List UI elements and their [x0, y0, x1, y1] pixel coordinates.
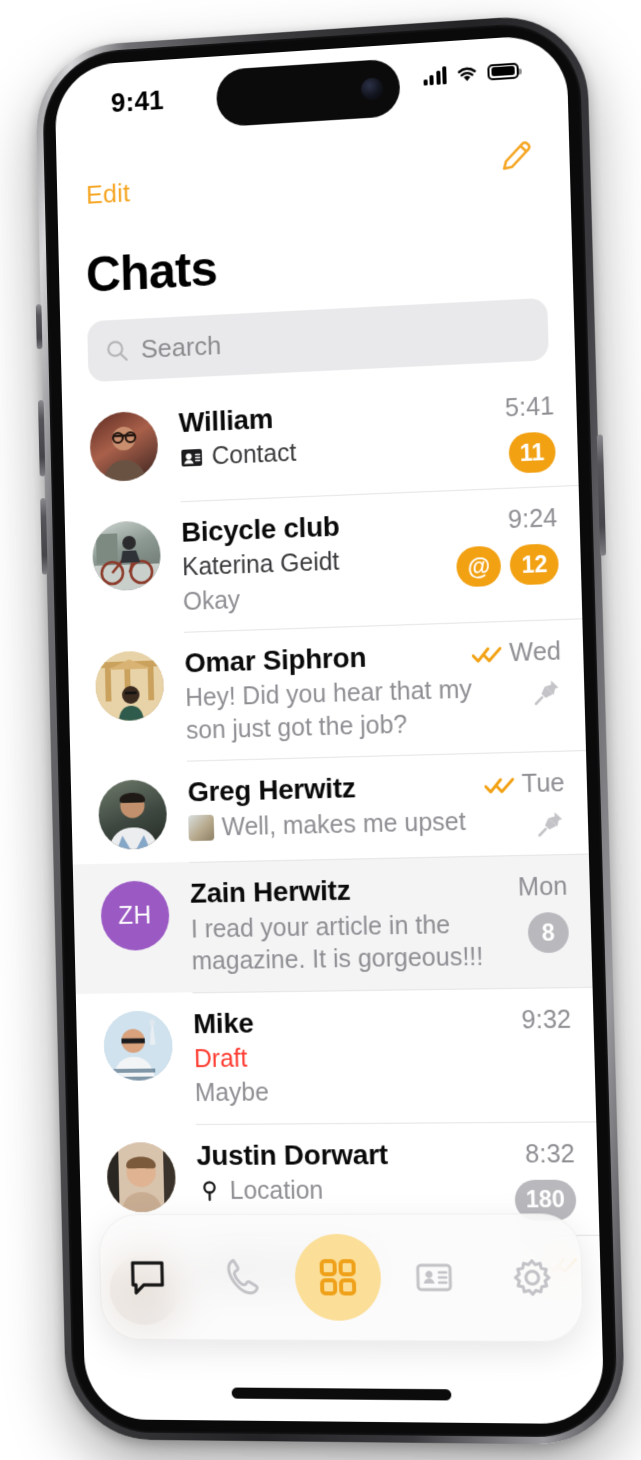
time-wrap: Wed	[472, 637, 562, 669]
row-meta: 8:32 180	[493, 1136, 577, 1221]
badge-group: @ 12	[456, 543, 559, 587]
avatar	[106, 1142, 176, 1212]
chat-bubble-icon	[125, 1254, 171, 1300]
row-meta	[496, 1251, 578, 1275]
dynamic-island	[216, 58, 401, 127]
avatar	[89, 410, 158, 482]
chat-list: William Contact	[62, 373, 603, 1341]
chat-name: William	[178, 394, 474, 439]
chat-preview: Well, makes me upset	[188, 805, 485, 844]
row-meta: 5:41 11	[473, 388, 556, 475]
row-content: Omar Siphron Hey! Did you hear that my s…	[163, 636, 475, 747]
row-meta: Wed	[472, 633, 563, 709]
status-indicators	[423, 61, 519, 86]
row-content: Bicycle club Katerina Geidt Okay	[160, 504, 458, 619]
preview-text: Contact	[211, 437, 296, 473]
chat-list-item-zain-herwitz[interactable]: ZH Zain Herwitz I read your article in t…	[73, 854, 593, 994]
wifi-icon	[454, 63, 480, 84]
chat-list-item-greg-herwitz[interactable]: Greg Herwitz Well, makes me upset	[70, 750, 589, 864]
avatar-initials-text: ZH	[118, 901, 152, 930]
chat-preview: I read your article in the magazine. It …	[191, 908, 489, 978]
row-content: Zain Herwitz I read your article in the …	[168, 870, 488, 978]
row-content: Greg Herwitz Well, makes me upset	[166, 767, 485, 844]
row-content: William Contact	[157, 392, 475, 475]
avatar	[95, 651, 165, 722]
chat-list-item-omar-siphron[interactable]: Omar Siphron Hey! Did you hear that my s…	[67, 619, 586, 765]
avatar	[98, 779, 168, 850]
time-wrap: 9:24	[508, 504, 558, 535]
chat-preview: Maybe	[195, 1075, 493, 1110]
chat-preview: Hey! Did you hear that my son just got t…	[185, 674, 474, 747]
chat-sender: Katerina Geidt	[182, 541, 457, 584]
double-check-icon	[472, 644, 503, 664]
search-input[interactable]: Search	[87, 298, 549, 382]
row-meta: Tue	[483, 765, 566, 841]
chat-list-item-william[interactable]: William Contact	[62, 373, 579, 506]
avatar-initials: ZH	[100, 881, 170, 952]
chat-time: Wed	[509, 637, 561, 668]
chat-time: 5:41	[505, 392, 555, 423]
chat-time: 9:32	[521, 1005, 571, 1035]
tab-chats[interactable]	[105, 1234, 191, 1320]
time-wrap: 5:41	[505, 392, 555, 423]
front-camera-icon	[361, 77, 383, 100]
cellular-signal-icon	[423, 65, 447, 85]
search-icon	[105, 337, 130, 363]
row-meta: Mon 8	[486, 869, 569, 955]
contact-card-icon	[179, 445, 204, 471]
avatar	[92, 520, 161, 592]
pin-icon	[535, 809, 566, 840]
unread-badge: 180	[514, 1179, 577, 1220]
time-wrap: Tue	[484, 769, 565, 800]
phone-mockup: 9:41 Edit	[35, 12, 626, 1445]
chat-name: Justin Dorwart	[196, 1138, 494, 1172]
avatar	[103, 1010, 173, 1080]
preview-text: Well, makes me upset	[221, 805, 466, 843]
time-wrap: Mon	[518, 873, 568, 903]
photo-thumbnail-icon	[188, 814, 214, 840]
edit-button[interactable]: Edit	[86, 178, 131, 211]
home-indicator[interactable]	[232, 1388, 452, 1401]
chat-name: Zain Herwitz	[190, 872, 487, 910]
chat-preview: Location	[197, 1174, 495, 1208]
search-placeholder: Search	[141, 330, 222, 365]
chat-name: Omar Siphron	[184, 638, 472, 679]
location-pin-icon	[197, 1179, 222, 1204]
row-meta: 9:24 @ 12	[455, 500, 559, 587]
chat-name: Greg Herwitz	[187, 769, 484, 809]
chat-time: 9:24	[508, 504, 558, 535]
chat-time: 8:32	[525, 1140, 575, 1170]
chat-list-item-mike[interactable]: Mike Draft Maybe 9:32	[76, 986, 597, 1124]
phone-screen: 9:41 Edit	[54, 33, 605, 1424]
time-wrap: 9:32	[521, 1005, 571, 1035]
row-meta: 9:32	[489, 1001, 571, 1036]
chat-name: Mike	[193, 1004, 490, 1040]
compose-pencil-icon[interactable]	[494, 134, 537, 179]
double-check-icon	[484, 776, 515, 796]
chat-time: Mon	[518, 873, 568, 903]
row-divider	[198, 1235, 599, 1236]
time-wrap: 8:32	[525, 1140, 575, 1170]
action-button[interactable]	[36, 304, 43, 349]
row-content: Justin Dorwart Location	[174, 1136, 494, 1207]
status-time: 9:41	[111, 85, 165, 119]
device-stage: 9:41 Edit	[0, 0, 641, 1460]
preview-text: Location	[229, 1174, 323, 1207]
unread-badge: 12	[510, 543, 559, 585]
chat-time: Tue	[521, 769, 565, 799]
chat-list-item-bicycle-club[interactable]: Bicycle club Katerina Geidt Okay 9:24 @ …	[64, 485, 582, 636]
unread-badge: 11	[508, 431, 556, 473]
